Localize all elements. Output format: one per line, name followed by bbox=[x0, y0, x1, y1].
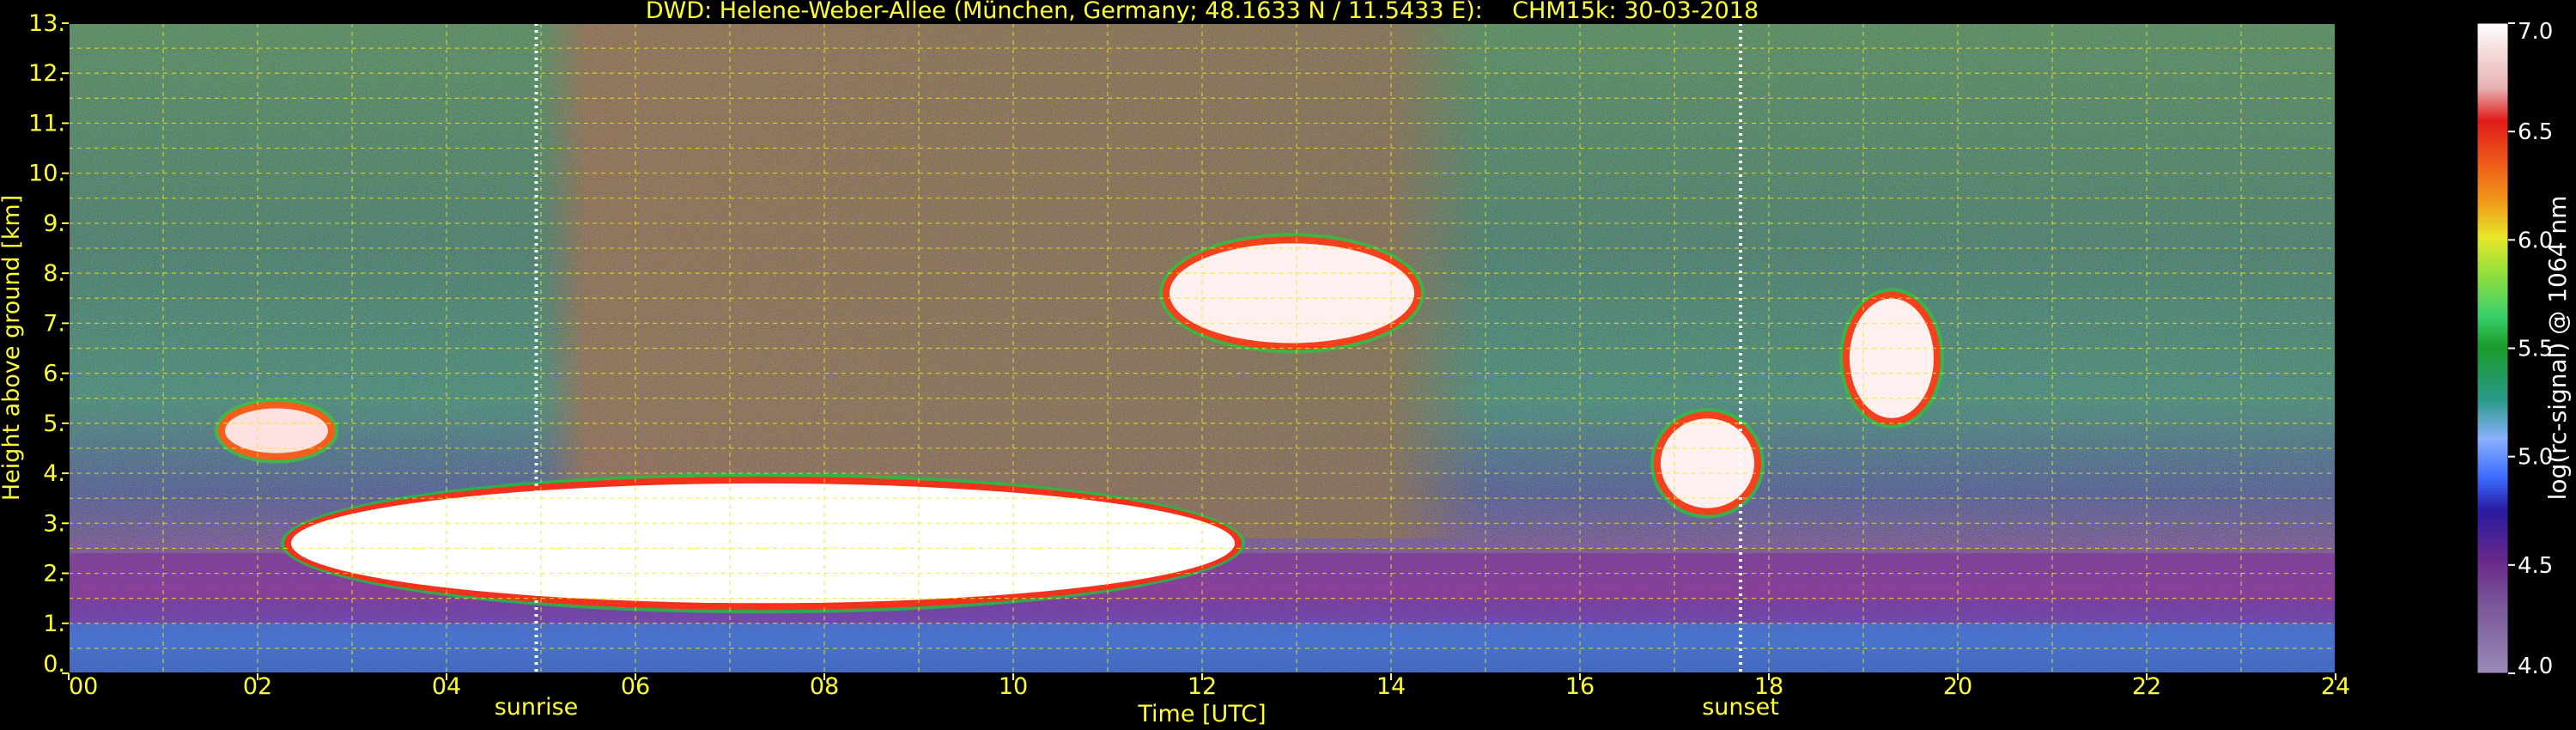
y-tick-label: 7. bbox=[43, 310, 65, 337]
cloud-feature-core bbox=[225, 408, 328, 453]
colorbar-tick-label: 7.0 bbox=[2518, 19, 2553, 45]
y-tick-label: 11. bbox=[28, 110, 65, 137]
colorbar-label: log(rc-signal) @ 1064 nm bbox=[2543, 196, 2572, 501]
x-tick-label: 02 bbox=[243, 673, 272, 700]
x-tick-label: 20 bbox=[1943, 673, 1972, 700]
x-tick-label: 06 bbox=[621, 673, 650, 700]
y-tick-label: 5. bbox=[43, 411, 65, 437]
y-tick-label: 0. bbox=[43, 651, 65, 678]
y-axis-label: Height above ground [km] bbox=[0, 195, 25, 501]
x-tick-label: 00 bbox=[69, 673, 98, 700]
y-tick-label: 1. bbox=[43, 611, 65, 637]
colorbar-tick-label: 4.5 bbox=[2518, 553, 2553, 579]
cloud-feature-core bbox=[1170, 243, 1414, 344]
y-tick-label: 13. bbox=[28, 10, 65, 37]
x-tick-label: 04 bbox=[432, 673, 461, 700]
y-tick-label: 4. bbox=[43, 460, 65, 487]
y-tick-label: 8. bbox=[43, 260, 65, 287]
x-axis-label: Time [UTC] bbox=[1137, 701, 1266, 727]
x-tick-label: 22 bbox=[2132, 673, 2161, 700]
y-tick-label: 12. bbox=[28, 60, 65, 87]
x-tick-label: 24 bbox=[2321, 673, 2350, 700]
y-tick-label: 2. bbox=[43, 561, 65, 587]
x-tick-label: 12 bbox=[1188, 673, 1217, 700]
colorbar-tick-label: 6.5 bbox=[2518, 119, 2553, 145]
cloud-feature-core bbox=[291, 483, 1235, 604]
y-axis-ticks: 0. 1. 2. 3. 4. 5. 6. 7. 8. 9. 10. 11. 12. 13. bbox=[28, 10, 69, 678]
x-axis-ticks: 00 02 04 06 08 10 12 14 16 18 20 22 24 bbox=[68, 673, 2350, 700]
cloud-feature-core bbox=[1850, 298, 1934, 418]
chart-title: DWD: Helene-Weber-Allee (München, German… bbox=[646, 0, 1759, 24]
x-tick-label: 16 bbox=[1565, 673, 1595, 700]
y-tick-label: 9. bbox=[43, 210, 65, 237]
x-tick-label: 18 bbox=[1754, 673, 1783, 700]
colorbar-tick-label: 4.0 bbox=[2518, 654, 2553, 679]
sunrise-label: sunrise bbox=[495, 694, 579, 721]
x-tick-label: 08 bbox=[810, 673, 839, 700]
y-tick-label: 3. bbox=[43, 510, 65, 537]
colorbar-gradient bbox=[2476, 22, 2509, 674]
x-tick-label: 10 bbox=[999, 673, 1028, 700]
colorbar: 4.04.55.05.56.06.57.0 log(rc-signal) @ 1… bbox=[2476, 19, 2572, 679]
x-tick-label: 14 bbox=[1376, 673, 1406, 700]
ceilometer-chart: sunrise sunset 00 02 04 06 08 10 12 14 16 18 20 22 24… bbox=[0, 0, 2572, 727]
y-tick-label: 10. bbox=[28, 161, 65, 187]
y-tick-label: 6. bbox=[43, 361, 65, 387]
